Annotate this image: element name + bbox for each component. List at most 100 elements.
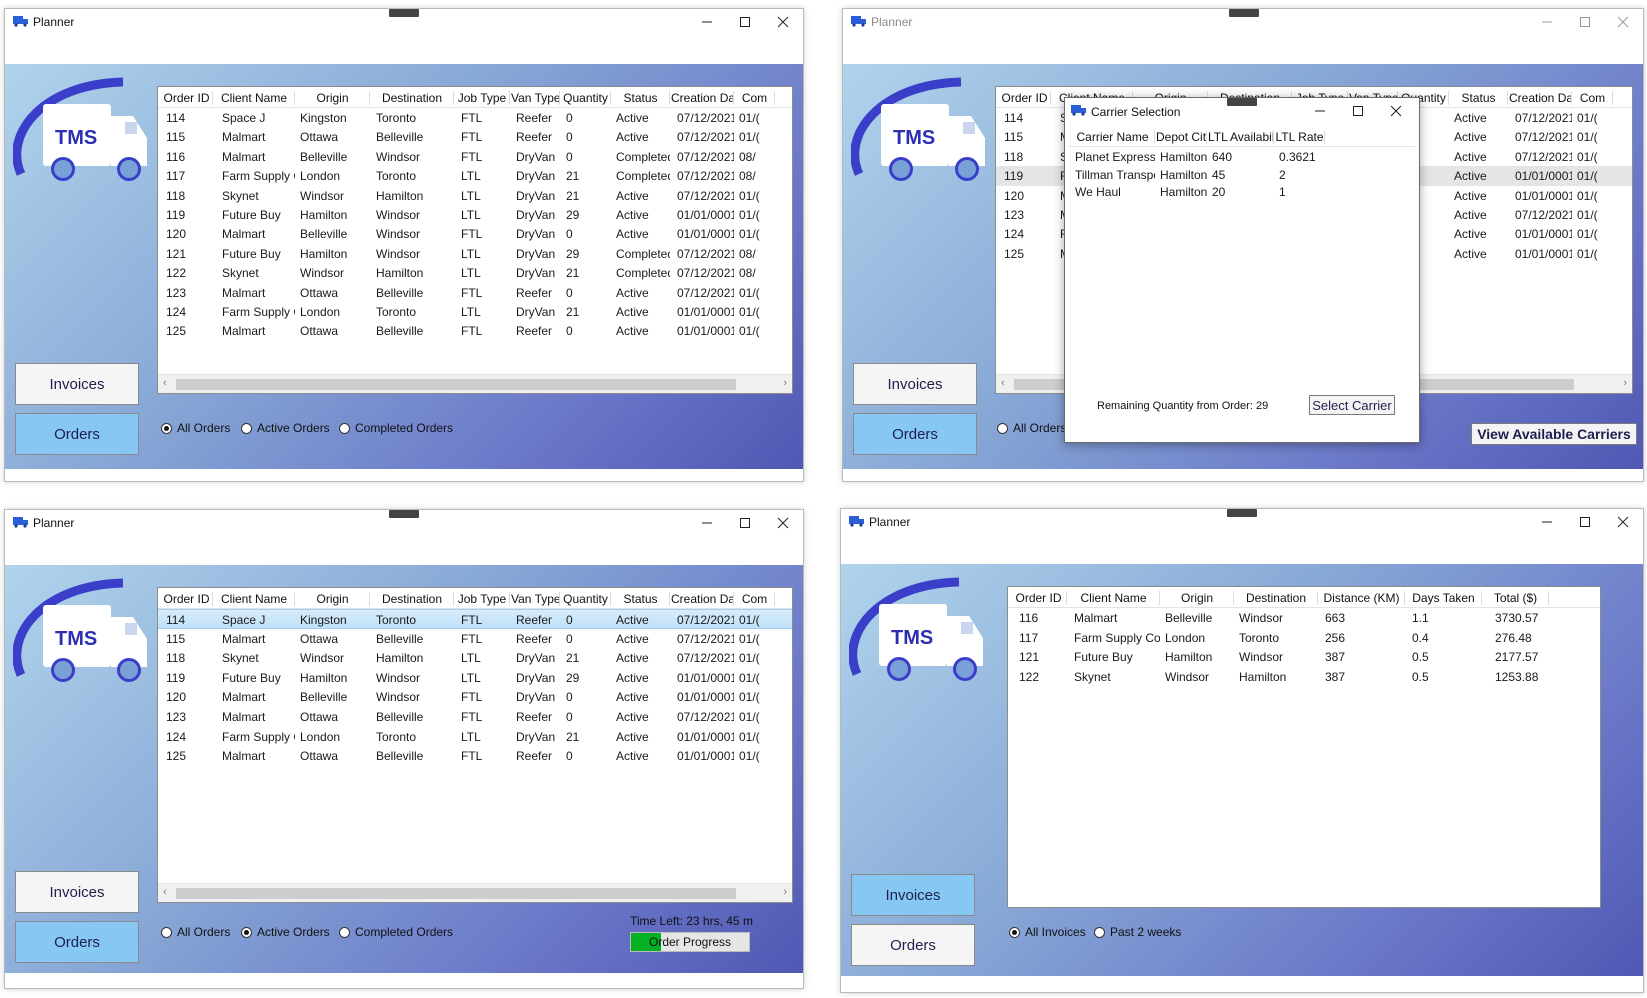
scroll-left-arrow[interactable]: ‹: [163, 886, 167, 898]
drag-grip[interactable]: [1229, 9, 1259, 17]
invoices-nav-button[interactable]: Invoices: [853, 363, 977, 405]
column-header[interactable]: Creation Dat: [671, 91, 734, 105]
orders-nav-button[interactable]: Orders: [853, 413, 977, 455]
scroll-left-arrow[interactable]: ‹: [163, 377, 167, 389]
column-header[interactable]: Job Type: [455, 91, 510, 105]
column-header[interactable]: Days Taken: [1406, 591, 1482, 605]
column-header[interactable]: Status: [1450, 91, 1508, 105]
table-row[interactable]: 119 Future Buy Hamilton Windsor LTL DryVan 29 A…: [158, 668, 792, 688]
table-row[interactable]: 122 Skynet Windsor Hamilton LTL DryVan 21 Compl…: [158, 263, 792, 283]
column-header[interactable]: Creation Dat: [1509, 91, 1572, 105]
completed-orders-radio[interactable]: Completed Orders: [339, 925, 453, 939]
table-row[interactable]: 123 Malmart Ottawa Belleville FTL Reefer 0 Acti…: [158, 283, 792, 303]
column-header[interactable]: Destination: [371, 592, 454, 606]
column-header[interactable]: Van Type: [511, 592, 560, 606]
active-orders-radio[interactable]: Active Orders: [241, 421, 330, 435]
column-header[interactable]: Client Name: [214, 592, 295, 606]
maximize-button[interactable]: [1339, 98, 1377, 124]
table-row[interactable]: We Haul Hamilton 20 1: [1069, 182, 1415, 202]
select-carrier-button[interactable]: Select Carrier: [1309, 395, 1395, 415]
table-row[interactable]: 122 Skynet Windsor Hamilton 387 0.5 1253.88: [1008, 667, 1600, 687]
table-row[interactable]: 121 Future Buy Hamilton Windsor 387 0.5 2177.5…: [1008, 647, 1600, 667]
scroll-right-arrow[interactable]: ›: [1623, 377, 1627, 389]
column-header[interactable]: LTL Availability: [1208, 130, 1274, 144]
orders-nav-button[interactable]: Orders: [851, 924, 975, 966]
column-header[interactable]: Order ID: [1011, 591, 1067, 605]
minimize-button[interactable]: [1528, 509, 1566, 535]
table-row[interactable]: 117 Farm Supply Co London Toronto LTL DryVan 2…: [158, 166, 792, 186]
close-button[interactable]: [764, 510, 802, 536]
scrollbar-thumb[interactable]: [176, 379, 736, 390]
column-header[interactable]: Origin: [1161, 591, 1234, 605]
close-button[interactable]: [1604, 509, 1642, 535]
drag-grip[interactable]: [389, 9, 419, 17]
past-2-weeks-radio[interactable]: Past 2 weeks: [1094, 925, 1181, 939]
title-bar[interactable]: Planner: [841, 509, 1643, 535]
all-invoices-radio[interactable]: All Invoices: [1009, 925, 1086, 939]
minimize-button[interactable]: [1301, 98, 1339, 124]
table-row[interactable]: 123 Malmart Ottawa Belleville FTL Reefer 0 Acti…: [158, 707, 792, 727]
title-bar[interactable]: Planner: [843, 9, 1643, 35]
column-header[interactable]: Client Name: [1068, 591, 1160, 605]
table-row[interactable]: 115 Malmart Ottawa Belleville FTL Reefer 0 Acti…: [158, 629, 792, 649]
column-header[interactable]: Carrier Name: [1071, 130, 1155, 144]
column-header[interactable]: Com: [735, 592, 775, 606]
table-row[interactable]: 125 Malmart Ottawa Belleville FTL Reefer 0 Acti…: [158, 321, 792, 341]
title-bar[interactable]: Planner: [5, 510, 803, 536]
column-header[interactable]: Order ID: [161, 91, 213, 105]
table-row[interactable]: 114 Space J Kingston Toronto FTL Reefer 0 Activ…: [158, 108, 792, 128]
active-orders-radio[interactable]: Active Orders: [241, 925, 330, 939]
close-button[interactable]: [1604, 9, 1642, 35]
scrollbar-thumb[interactable]: [176, 888, 736, 899]
orders-nav-button[interactable]: Orders: [15, 413, 139, 455]
maximize-button[interactable]: [1566, 509, 1604, 535]
table-row[interactable]: 120 Malmart Belleville Windsor FTL DryVan 0 Act…: [158, 687, 792, 707]
column-header[interactable]: Status: [612, 91, 670, 105]
horizontal-scrollbar[interactable]: ‹ ›: [158, 883, 792, 902]
minimize-button[interactable]: [1528, 9, 1566, 35]
column-header[interactable]: Origin: [296, 91, 370, 105]
maximize-button[interactable]: [726, 510, 764, 536]
view-available-carriers-button[interactable]: View Available Carriers: [1471, 423, 1637, 445]
column-header[interactable]: Client Name: [214, 91, 295, 105]
column-header[interactable]: Order ID: [161, 592, 213, 606]
close-button[interactable]: [1377, 98, 1415, 124]
column-header[interactable]: Status: [612, 592, 670, 606]
invoices-nav-button[interactable]: Invoices: [15, 363, 139, 405]
column-header[interactable]: Quantity: [561, 91, 611, 105]
table-row[interactable]: 117 Farm Supply Co London Toronto 256 0.4 276.…: [1008, 628, 1600, 648]
maximize-button[interactable]: [1566, 9, 1604, 35]
orders-nav-button[interactable]: Orders: [15, 921, 139, 963]
table-row[interactable]: 125 Malmart Ottawa Belleville FTL Reefer 0 Acti…: [158, 746, 792, 766]
drag-grip[interactable]: [389, 510, 419, 518]
scroll-right-arrow[interactable]: ›: [783, 886, 787, 898]
table-row[interactable]: 114 Space J Kingston Toronto FTL Reefer 0 Activ…: [158, 609, 792, 629]
column-header[interactable]: LTL Rate: [1275, 130, 1325, 144]
table-row[interactable]: 118 Skynet Windsor Hamilton LTL DryVan 21 Activ…: [158, 186, 792, 206]
title-bar[interactable]: Planner: [5, 9, 803, 35]
minimize-button[interactable]: [688, 510, 726, 536]
column-header[interactable]: Distance (KM): [1319, 591, 1405, 605]
column-header[interactable]: Quantity: [561, 592, 611, 606]
all-orders-radio[interactable]: All Orders: [997, 421, 1066, 435]
column-header[interactable]: Destination: [1235, 591, 1318, 605]
invoices-nav-button[interactable]: Invoices: [15, 871, 139, 913]
table-row[interactable]: 124 Farm Supply Co London Toronto LTL DryVan 2…: [158, 302, 792, 322]
table-row[interactable]: 116 Malmart Belleville Windsor FTL DryVan 0 Com…: [158, 147, 792, 167]
maximize-button[interactable]: [726, 9, 764, 35]
table-row[interactable]: 115 Malmart Ottawa Belleville FTL Reefer 0 Acti…: [158, 127, 792, 147]
table-row[interactable]: 124 Farm Supply Co London Toronto LTL DryVan 2…: [158, 727, 792, 747]
drag-grip[interactable]: [1227, 98, 1257, 106]
minimize-button[interactable]: [688, 9, 726, 35]
column-header[interactable]: Total ($): [1483, 591, 1549, 605]
column-header[interactable]: Order ID: [999, 91, 1051, 105]
invoices-nav-button[interactable]: Invoices: [851, 874, 975, 916]
all-orders-radio[interactable]: All Orders: [161, 925, 230, 939]
drag-grip[interactable]: [1227, 509, 1257, 517]
column-header[interactable]: Depot City: [1156, 130, 1207, 144]
close-button[interactable]: [764, 9, 802, 35]
column-header[interactable]: Origin: [296, 592, 370, 606]
table-row[interactable]: 120 Malmart Belleville Windsor FTL DryVan 0 Act…: [158, 224, 792, 244]
column-header[interactable]: Destination: [371, 91, 454, 105]
column-header[interactable]: Van Type: [511, 91, 560, 105]
